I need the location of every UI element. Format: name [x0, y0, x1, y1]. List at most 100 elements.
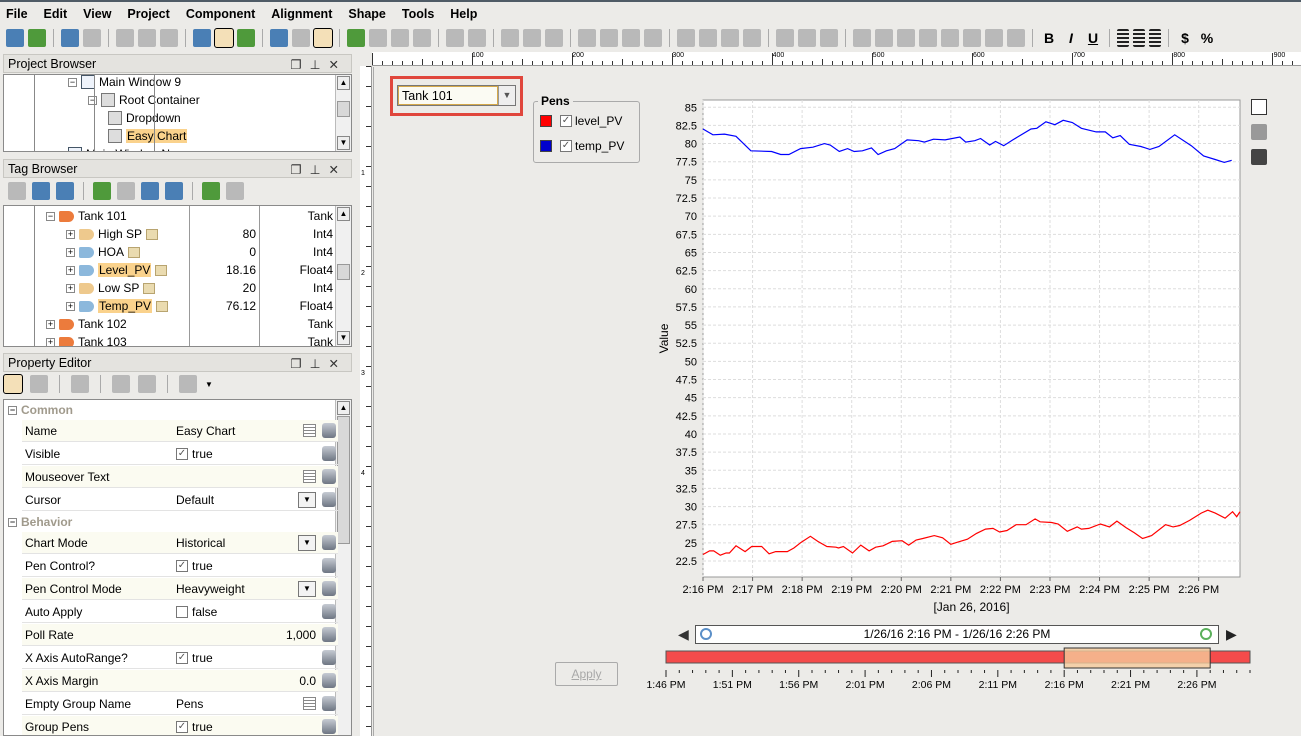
property-row[interactable]: Visible ✓ true — [22, 443, 338, 465]
menu-tools[interactable]: Tools — [402, 7, 434, 21]
bold-button[interactable]: B — [1040, 30, 1058, 46]
align-text-center-icon[interactable] — [1133, 29, 1145, 47]
layer-4-icon[interactable] — [644, 29, 662, 47]
menu-file[interactable]: File — [6, 7, 28, 21]
property-value[interactable]: Easy Chart — [173, 420, 338, 441]
pen-checkbox[interactable]: ✓ — [560, 115, 572, 127]
expand-icon[interactable]: + — [66, 229, 75, 239]
menu-shape[interactable]: Shape — [348, 7, 386, 21]
tree-item[interactable]: − Main Window 9 — [68, 75, 181, 91]
percent-button[interactable]: % — [1198, 30, 1216, 46]
filter-icon[interactable] — [179, 375, 197, 393]
undo-icon[interactable] — [61, 29, 79, 47]
property-value[interactable]: ✓ true — [173, 647, 338, 668]
refresh-icon[interactable] — [32, 182, 50, 200]
property-row[interactable]: X Axis AutoRange? ✓ true — [22, 647, 338, 669]
component-icon[interactable] — [347, 29, 365, 47]
pen-item[interactable]: ✓ level_PV — [540, 114, 622, 128]
align-right-icon[interactable] — [875, 29, 893, 47]
binding-icon[interactable] — [322, 446, 336, 461]
property-row[interactable]: Chart Mode Historical ▼ — [22, 532, 338, 554]
dropdown-icon[interactable] — [292, 29, 310, 47]
lock-icon[interactable] — [413, 29, 431, 47]
save-icon[interactable] — [6, 29, 24, 47]
edit-text-icon[interactable] — [303, 697, 316, 710]
tag-row[interactable]: + Level_PV — [66, 261, 168, 279]
align-text-left-icon[interactable] — [1117, 29, 1129, 47]
binding-icon[interactable] — [322, 535, 336, 550]
rotate-icon[interactable] — [677, 29, 695, 47]
chevron-down-icon[interactable]: ▼ — [298, 580, 316, 597]
property-row[interactable]: Pen Control? ✓ true — [22, 555, 338, 577]
chevron-down-icon[interactable]: ▼ — [298, 491, 316, 508]
menu-edit[interactable]: Edit — [44, 7, 68, 21]
tree-item[interactable]: Main Window New — [68, 145, 185, 151]
tag-row[interactable]: + Tank 103 — [46, 333, 127, 346]
apply-button[interactable]: Apply — [555, 662, 618, 686]
zoom-actual-icon[interactable] — [545, 29, 563, 47]
tag-row[interactable]: + High SP — [66, 225, 159, 243]
expand-icon[interactable]: + — [46, 337, 55, 346]
underline-button[interactable]: U — [1084, 30, 1102, 46]
menu-view[interactable]: View — [83, 7, 111, 21]
align-text-right-icon[interactable] — [1149, 29, 1161, 47]
property-row[interactable]: Poll Rate 1,000 — [22, 624, 338, 646]
property-value[interactable]: Default ▼ — [173, 489, 338, 510]
pen-item[interactable]: ✓ temp_PV — [540, 139, 624, 153]
copy-icon[interactable] — [138, 29, 156, 47]
gateway-disconnect-icon[interactable] — [193, 29, 211, 47]
stop-icon[interactable] — [313, 28, 333, 48]
menu-component[interactable]: Component — [186, 7, 255, 21]
edit-text-icon[interactable] — [303, 424, 316, 437]
align-middle-icon[interactable] — [963, 29, 981, 47]
sort-az-icon[interactable] — [30, 375, 48, 393]
chevron-down-icon[interactable]: ▼ — [298, 534, 316, 551]
binding-icon[interactable] — [322, 469, 336, 484]
date-range-field[interactable]: 1/26/16 2:16 PM - 1/26/16 2:26 PM — [695, 625, 1219, 644]
layer-2-icon[interactable] — [600, 29, 618, 47]
property-row[interactable]: Mouseover Text — [22, 466, 338, 488]
zoom-out-icon[interactable] — [700, 628, 712, 640]
checkbox[interactable] — [176, 605, 188, 618]
property-row[interactable]: Pen Control Mode Heavyweight ▼ — [22, 578, 338, 600]
new-window-icon[interactable] — [270, 29, 288, 47]
customizer-icon[interactable] — [71, 375, 89, 393]
collapse-icon[interactable]: − — [68, 77, 77, 87]
zoom-in-icon[interactable] — [501, 29, 519, 47]
save-icon[interactable] — [1251, 149, 1267, 165]
currency-button[interactable]: $ — [1176, 30, 1194, 46]
chevron-down-icon[interactable]: ▼ — [205, 380, 213, 389]
tag-row[interactable]: + Low SP — [66, 279, 156, 297]
property-value[interactable]: ✓ true — [173, 716, 338, 735]
binding-icon[interactable] — [322, 423, 336, 438]
import-icon[interactable] — [226, 182, 244, 200]
panel-controls[interactable]: ❐⊥✕ — [290, 162, 347, 177]
edit-text-icon[interactable] — [303, 470, 316, 483]
chevron-down-icon[interactable]: ▼ — [498, 86, 515, 105]
tree-item[interactable]: − Root Container — [88, 91, 200, 109]
zoom-in-icon[interactable] — [1200, 628, 1212, 640]
tag-row[interactable]: + Temp_PV — [66, 297, 169, 315]
checkbox[interactable]: ✓ — [176, 720, 188, 733]
expand-all-icon[interactable] — [112, 375, 130, 393]
menu-project[interactable]: Project — [127, 7, 169, 21]
distribute-h-icon[interactable] — [985, 29, 1003, 47]
zoom-out-icon[interactable] — [523, 29, 541, 47]
binding-icon[interactable] — [322, 696, 336, 711]
property-value[interactable] — [173, 466, 338, 487]
scrollbar[interactable]: ▲ ▼ — [335, 206, 351, 346]
align-left-icon[interactable] — [853, 29, 871, 47]
property-value[interactable]: false — [173, 601, 338, 622]
checkbox[interactable]: ✓ — [176, 559, 188, 572]
binding-icon[interactable] — [322, 650, 336, 665]
checkbox[interactable]: ✓ — [176, 651, 188, 664]
property-row[interactable]: Cursor Default ▼ — [22, 489, 338, 511]
collapse-icon[interactable]: − — [8, 405, 17, 415]
pen-checkbox[interactable]: ✓ — [560, 140, 572, 152]
property-value[interactable]: Pens — [173, 693, 338, 714]
union-icon[interactable] — [776, 29, 794, 47]
scrollbar[interactable]: ▲ ▼ — [335, 75, 351, 151]
binding-icon[interactable] — [322, 604, 336, 619]
expand-icon[interactable]: + — [66, 301, 75, 311]
timer-icon[interactable] — [165, 182, 183, 200]
